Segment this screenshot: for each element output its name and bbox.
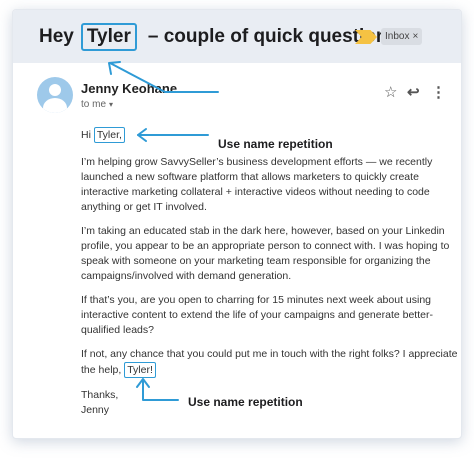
annotation-arrows xyxy=(108,61,219,401)
annotation-arrow-to-subject xyxy=(108,61,219,93)
annotation-arrow-to-closing xyxy=(136,378,179,401)
annotation-arrow-to-greeting xyxy=(137,128,209,142)
email-card: Hey Tyler – couple of quick questions In… xyxy=(12,9,462,439)
